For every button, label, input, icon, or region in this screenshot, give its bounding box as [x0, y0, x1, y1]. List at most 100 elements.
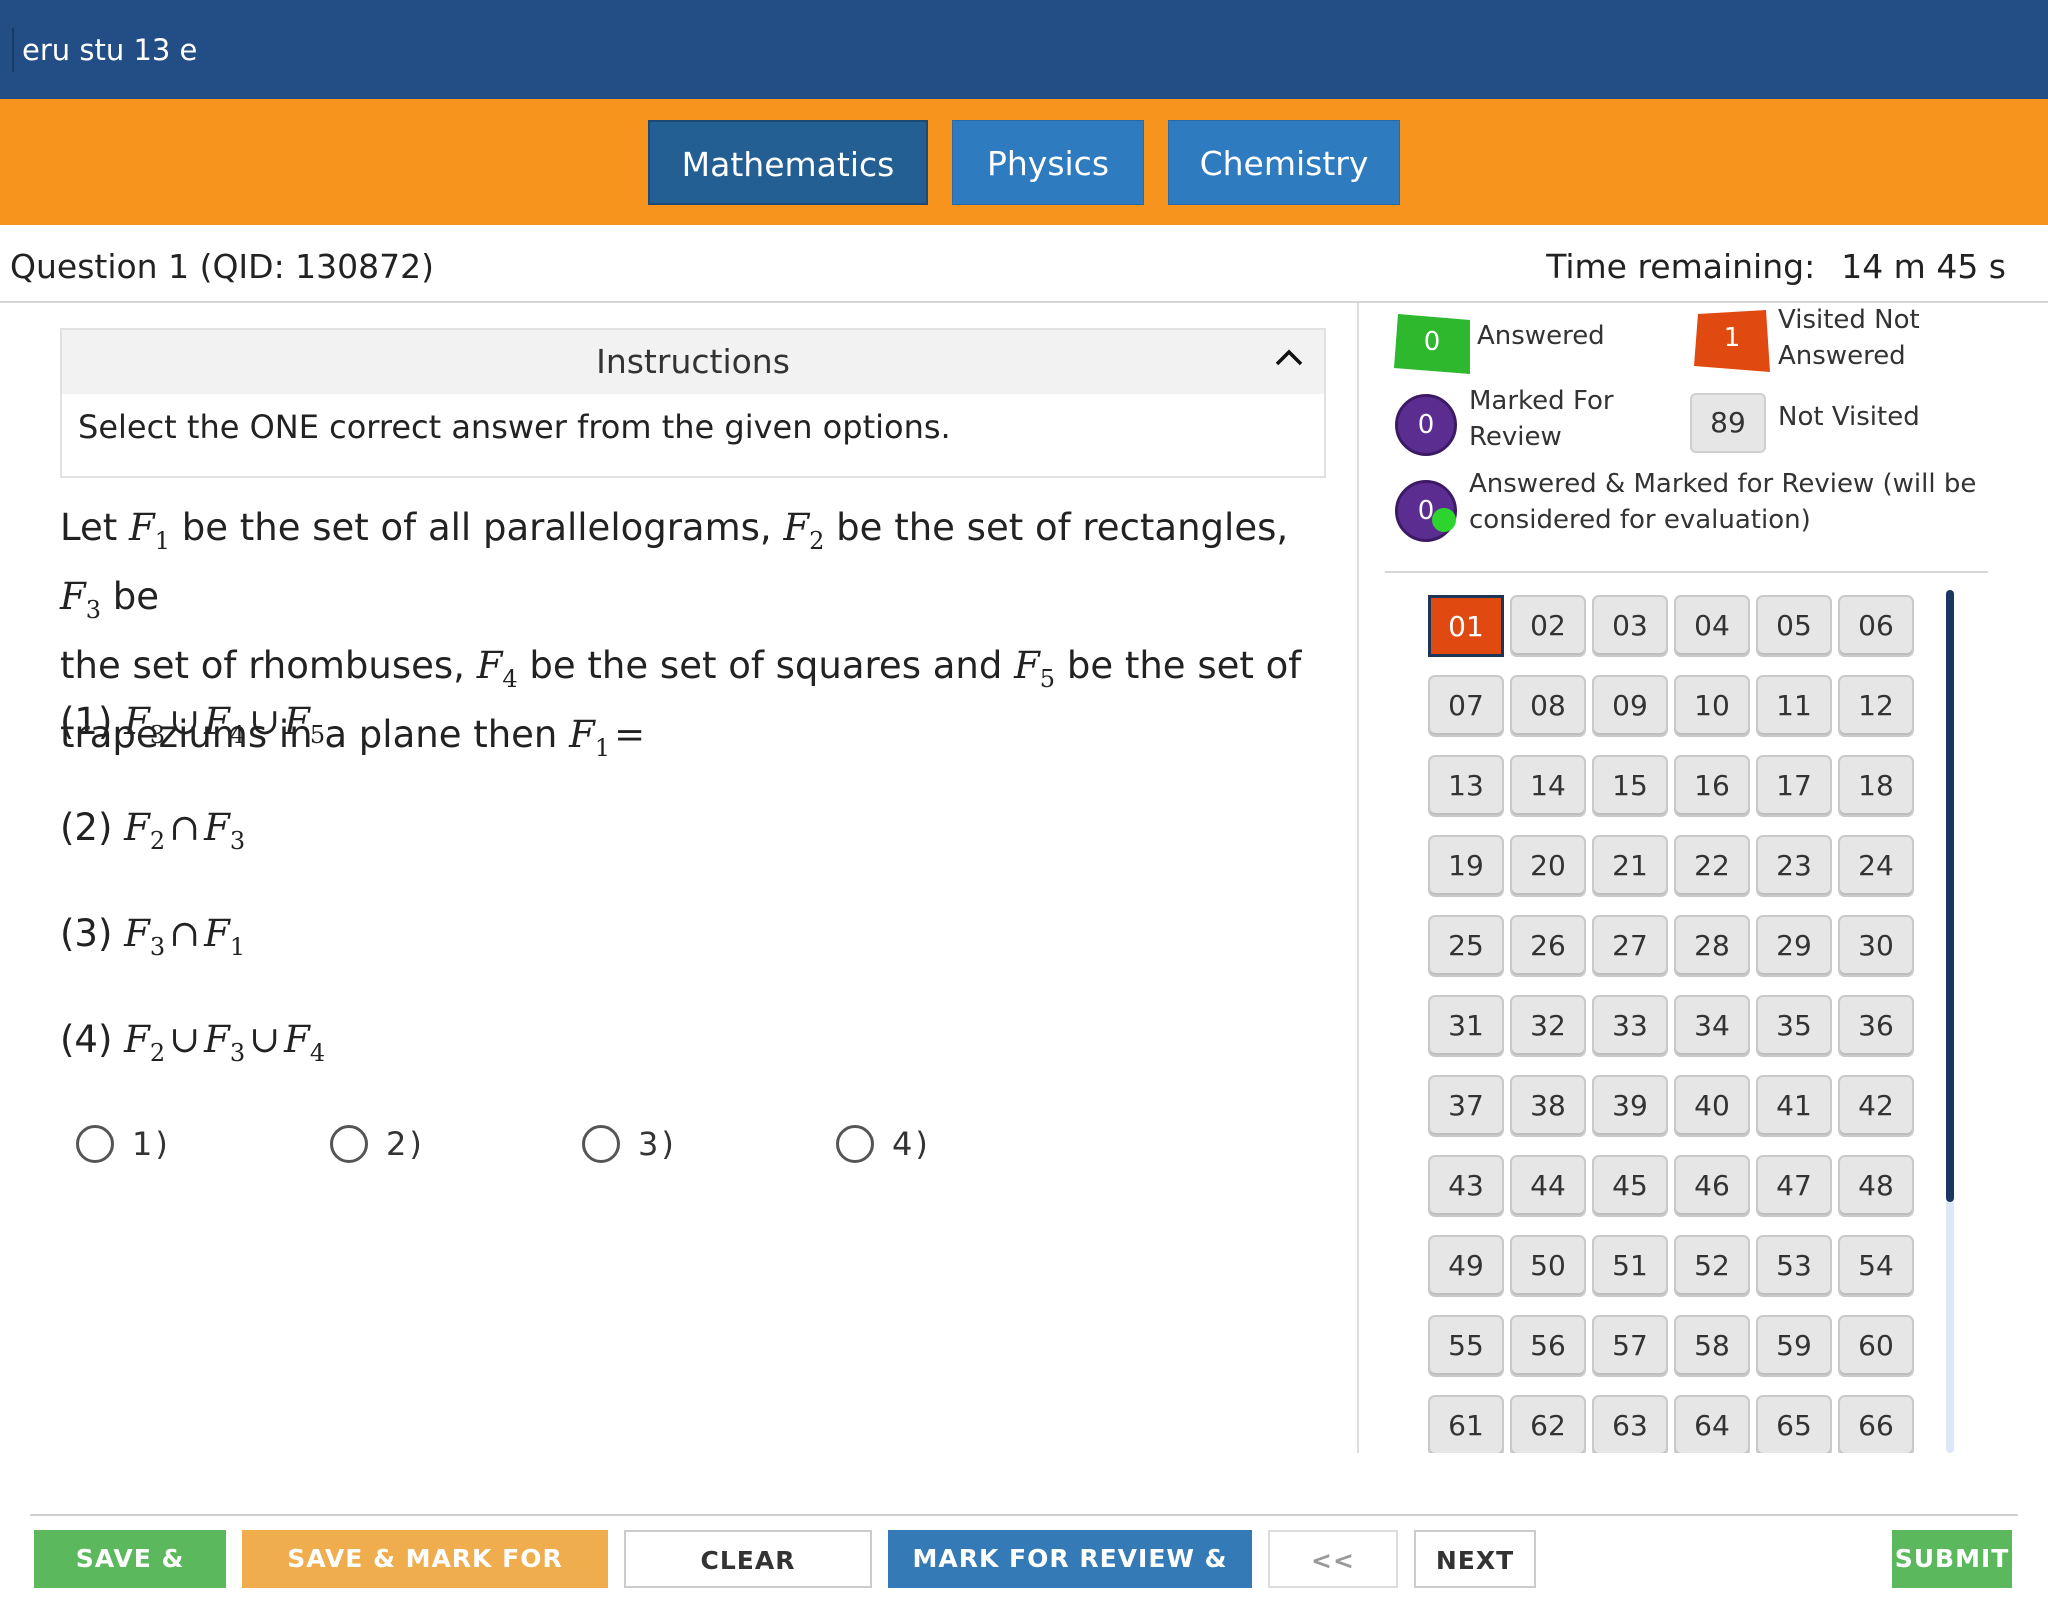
save-next-button[interactable]: SAVE & NEXT [34, 1530, 226, 1588]
palette-question-button[interactable]: 33 [1592, 995, 1668, 1057]
palette-question-button[interactable]: 03 [1592, 595, 1668, 657]
palette-question-button[interactable]: 27 [1592, 915, 1668, 977]
visited-not-answered-label-1: Visited Not [1778, 305, 1920, 335]
palette-question-button[interactable]: 59 [1756, 1315, 1832, 1377]
palette-question-button[interactable]: 01 [1428, 595, 1504, 657]
palette-question-button[interactable]: 30 [1838, 915, 1914, 977]
palette-question-button[interactable]: 06 [1838, 595, 1914, 657]
palette-question-button[interactable]: 17 [1756, 755, 1832, 817]
palette-question-button[interactable]: 04 [1674, 595, 1750, 657]
palette-question-button[interactable]: 25 [1428, 915, 1504, 977]
chevron-up-icon[interactable] [1272, 338, 1306, 382]
instructions-panel: Instructions Select the ONE correct answ… [60, 328, 1326, 478]
answered-dot-icon [1432, 508, 1456, 532]
palette-question-button[interactable]: 57 [1592, 1315, 1668, 1377]
question-title: Question 1 (QID: 130872) [10, 247, 435, 286]
palette-question-button[interactable]: 34 [1674, 995, 1750, 1057]
palette-question-button[interactable]: 22 [1674, 835, 1750, 897]
palette-question-button[interactable]: 42 [1838, 1075, 1914, 1137]
palette-question-button[interactable]: 08 [1510, 675, 1586, 737]
palette-question-button[interactable]: 21 [1592, 835, 1668, 897]
palette-question-button[interactable]: 16 [1674, 755, 1750, 817]
palette-question-button[interactable]: 53 [1756, 1235, 1832, 1297]
question-info-bar: Question 1 (QID: 130872) Time remaining:… [0, 225, 2048, 303]
answer-radio-2[interactable]: 2) [330, 1124, 425, 1164]
clear-response-button[interactable]: CLEAR RESPONSE [624, 1530, 872, 1588]
answered-marked-label-2: considered for evaluation) [1469, 505, 1811, 535]
palette-question-button[interactable]: 31 [1428, 995, 1504, 1057]
palette-question-button[interactable]: 43 [1428, 1155, 1504, 1217]
palette-question-button[interactable]: 61 [1428, 1395, 1504, 1453]
palette-question-button[interactable]: 28 [1674, 915, 1750, 977]
tab-chemistry[interactable]: Chemistry [1168, 120, 1400, 205]
palette-question-button[interactable]: 44 [1510, 1155, 1586, 1217]
palette-question-button[interactable]: 62 [1510, 1395, 1586, 1453]
palette-question-button[interactable]: 12 [1838, 675, 1914, 737]
palette-question-button[interactable]: 18 [1838, 755, 1914, 817]
palette-question-button[interactable]: 55 [1428, 1315, 1504, 1377]
palette-question-button[interactable]: 35 [1756, 995, 1832, 1057]
palette-question-button[interactable]: 54 [1838, 1235, 1914, 1297]
timer-label: Time remaining: [1546, 247, 1816, 286]
palette-question-button[interactable]: 50 [1510, 1235, 1586, 1297]
palette-question-button[interactable]: 64 [1674, 1395, 1750, 1453]
answered-count: 0 [1423, 327, 1441, 357]
palette-question-button[interactable]: 45 [1592, 1155, 1668, 1217]
radio-circle[interactable] [76, 1125, 114, 1163]
panel-divider [1357, 303, 1359, 1453]
palette-question-button[interactable]: 09 [1592, 675, 1668, 737]
radio-circle[interactable] [330, 1125, 368, 1163]
palette-question-button[interactable]: 40 [1674, 1075, 1750, 1137]
radio-circle[interactable] [836, 1125, 874, 1163]
footer-divider [30, 1514, 2018, 1516]
palette-question-button[interactable]: 23 [1756, 835, 1832, 897]
palette-question-button[interactable]: 15 [1592, 755, 1668, 817]
palette-question-button[interactable]: 66 [1838, 1395, 1914, 1453]
radio-circle[interactable] [582, 1125, 620, 1163]
palette-question-button[interactable]: 49 [1428, 1235, 1504, 1297]
palette-question-button[interactable]: 19 [1428, 835, 1504, 897]
palette-question-button[interactable]: 65 [1756, 1395, 1832, 1453]
palette-question-button[interactable]: 11 [1756, 675, 1832, 737]
palette-question-button[interactable]: 05 [1756, 595, 1832, 657]
tab-physics[interactable]: Physics [952, 120, 1144, 205]
palette-question-button[interactable]: 07 [1428, 675, 1504, 737]
palette-question-button[interactable]: 47 [1756, 1155, 1832, 1217]
palette-question-button[interactable]: 14 [1510, 755, 1586, 817]
palette-question-button[interactable]: 29 [1756, 915, 1832, 977]
palette-question-button[interactable]: 56 [1510, 1315, 1586, 1377]
palette-question-button[interactable]: 46 [1674, 1155, 1750, 1217]
palette-question-button[interactable]: 26 [1510, 915, 1586, 977]
answer-radio-3[interactable]: 3) [582, 1124, 677, 1164]
mark-review-next-button[interactable]: MARK FOR REVIEW & NEXT [888, 1530, 1252, 1588]
next-button[interactable]: NEXT >> [1414, 1530, 1536, 1588]
palette-question-button[interactable]: 52 [1674, 1235, 1750, 1297]
palette-question-button[interactable]: 36 [1838, 995, 1914, 1057]
question-palette: 01 02 03 04 05 06 07 08 09 10 11 12 13 14 15 16 17 18 19 20… [1428, 595, 1918, 1453]
palette-question-button[interactable]: 24 [1838, 835, 1914, 897]
palette-scrollbar-thumb[interactable] [1946, 590, 1954, 1202]
palette-question-button[interactable]: 39 [1592, 1075, 1668, 1137]
palette-question-button[interactable]: 41 [1756, 1075, 1832, 1137]
submit-button[interactable]: SUBMIT [1892, 1530, 2012, 1588]
instructions-heading: Instructions [596, 342, 790, 381]
back-button[interactable]: << BACK [1268, 1530, 1398, 1588]
instructions-header[interactable]: Instructions [62, 330, 1324, 394]
palette-question-button[interactable]: 48 [1838, 1155, 1914, 1217]
palette-question-button[interactable]: 38 [1510, 1075, 1586, 1137]
tab-mathematics[interactable]: Mathematics [648, 120, 928, 205]
instructions-text: Select the ONE correct answer from the g… [78, 408, 951, 446]
palette-question-button[interactable]: 32 [1510, 995, 1586, 1057]
palette-question-button[interactable]: 37 [1428, 1075, 1504, 1137]
palette-question-button[interactable]: 20 [1510, 835, 1586, 897]
palette-question-button[interactable]: 10 [1674, 675, 1750, 737]
answer-radio-1[interactable]: 1) [76, 1124, 171, 1164]
answer-radio-4[interactable]: 4) [836, 1124, 931, 1164]
palette-question-button[interactable]: 58 [1674, 1315, 1750, 1377]
palette-question-button[interactable]: 13 [1428, 755, 1504, 817]
palette-question-button[interactable]: 60 [1838, 1315, 1914, 1377]
palette-question-button[interactable]: 02 [1510, 595, 1586, 657]
palette-question-button[interactable]: 51 [1592, 1235, 1668, 1297]
save-mark-review-button[interactable]: SAVE & MARK FOR REVIEW [242, 1530, 608, 1588]
palette-question-button[interactable]: 63 [1592, 1395, 1668, 1453]
